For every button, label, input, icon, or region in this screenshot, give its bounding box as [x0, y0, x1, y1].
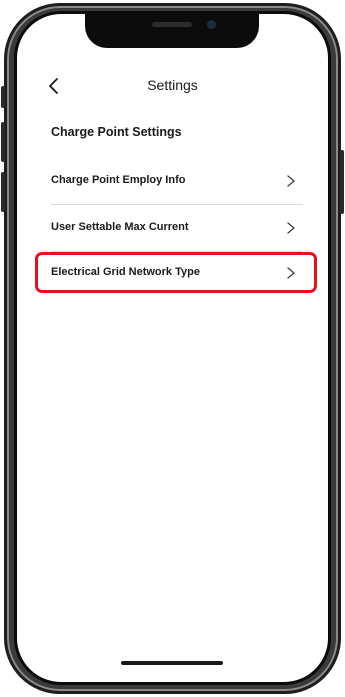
volume-down-button	[1, 172, 5, 212]
row-divider	[51, 204, 303, 205]
navigation-header: Settings	[17, 72, 328, 102]
section-title: Charge Point Settings	[51, 125, 182, 139]
settings-row-user-settable-max-current[interactable]: User Settable Max Current	[51, 206, 303, 252]
home-indicator[interactable]	[121, 661, 223, 665]
notch	[85, 14, 259, 48]
speaker-grille	[152, 22, 192, 27]
settings-row-label: User Settable Max Current	[51, 221, 189, 233]
power-button	[340, 150, 344, 214]
volume-up-button	[1, 122, 5, 162]
chevron-right-icon	[287, 175, 295, 187]
chevron-right-icon	[287, 222, 295, 234]
settings-row-label: Charge Point Employ Info	[51, 174, 186, 186]
highlight-box	[35, 252, 317, 293]
phone-screen: Settings Charge Point Settings Charge Po…	[17, 14, 328, 682]
page-title: Settings	[147, 77, 198, 93]
silent-switch	[1, 86, 5, 108]
front-camera-icon	[207, 20, 216, 29]
settings-row-charge-point-employ-info[interactable]: Charge Point Employ Info	[51, 159, 303, 205]
